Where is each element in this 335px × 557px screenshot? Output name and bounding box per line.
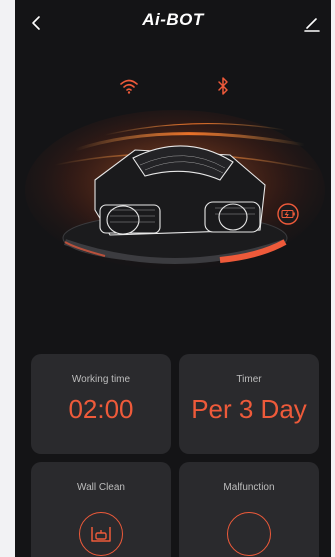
malfunction-label: Malfunction — [223, 482, 275, 493]
wifi-icon — [120, 79, 138, 94]
working-time-label: Working time — [71, 374, 131, 385]
edit-button[interactable] — [301, 12, 323, 34]
app-screen: Ai-BOT Working time 02:00 Timer Per 3 Da… — [15, 0, 331, 557]
header: Ai-BOT — [15, 0, 331, 48]
malfunction-card[interactable]: Malfunction — [179, 462, 319, 557]
malfunction-button[interactable] — [227, 512, 271, 556]
working-time-card[interactable]: Working time 02:00 — [31, 354, 171, 454]
timer-value: Per 3 Day — [191, 394, 307, 424]
wall-clean-label: Wall Clean — [77, 482, 125, 493]
edit-icon — [304, 18, 320, 32]
brand-logo: Ai-BOT — [142, 10, 204, 29]
timer-label: Timer — [236, 374, 262, 385]
working-time-value: 02:00 — [68, 394, 134, 424]
battery-icon — [277, 203, 299, 225]
bluetooth-icon — [218, 77, 228, 95]
robot-illustration — [25, 110, 325, 270]
wall-clean-card[interactable]: Wall Clean — [31, 462, 171, 557]
wall-clean-icon — [91, 527, 111, 542]
timer-card[interactable]: Timer Per 3 Day — [179, 354, 319, 454]
wall-clean-button[interactable] — [79, 512, 123, 556]
